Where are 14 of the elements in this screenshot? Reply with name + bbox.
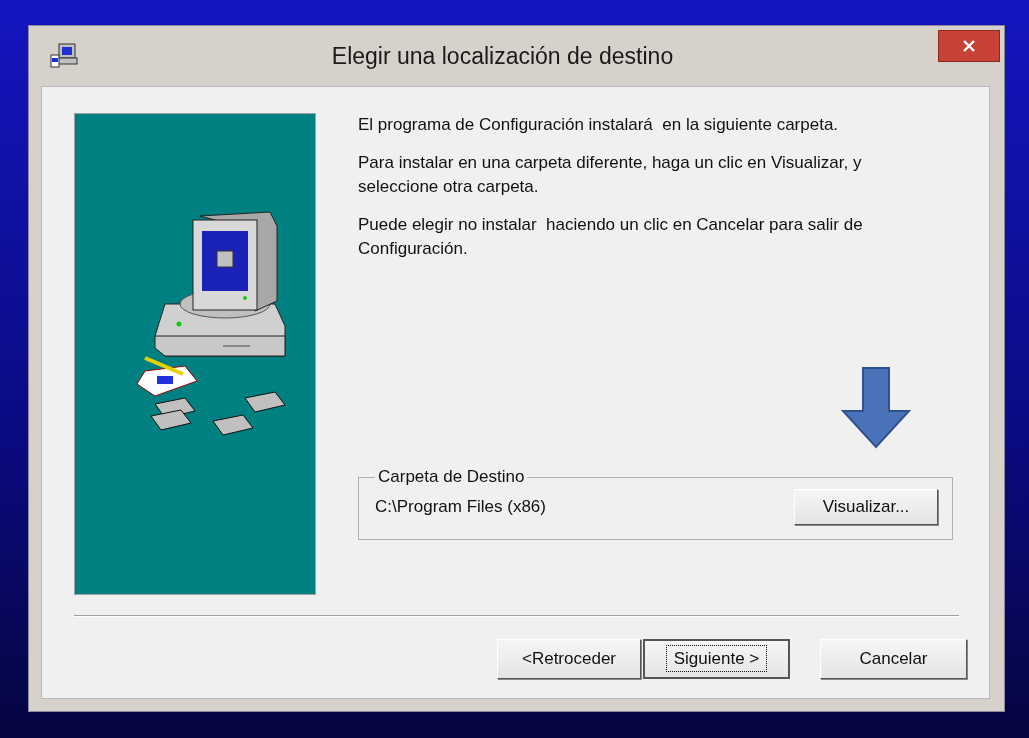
folder-path: C:\Program Files (x86) <box>375 497 546 517</box>
instruction-text: El programa de Configuración instalará en la siguiente carpeta. <box>358 114 840 136</box>
dialog-button[interactable]: Siguiente > <box>643 639 790 679</box>
dialog-button[interactable]: <Retroceder <box>497 639 641 679</box>
setup-computer-icon <box>49 42 79 70</box>
instruction-text: Para instalar en una carpeta diferente, haga un clic en Visualizar, y seleccione otra carpeta. <box>358 152 863 198</box>
close-button[interactable] <box>938 30 1000 62</box>
instruction-text: Puede elegir no instalar haciendo un clic en Cancelar para salir de Configuración. <box>358 214 864 260</box>
group-legend: Carpeta de Destino <box>375 467 528 487</box>
window-title: Elegir una localización de destino <box>330 42 675 70</box>
down-arrow-icon <box>841 367 911 449</box>
close-icon <box>962 39 976 53</box>
dialog-button[interactable]: Cancelar <box>820 639 967 679</box>
browse-button[interactable]: Visualizar... <box>794 489 938 525</box>
